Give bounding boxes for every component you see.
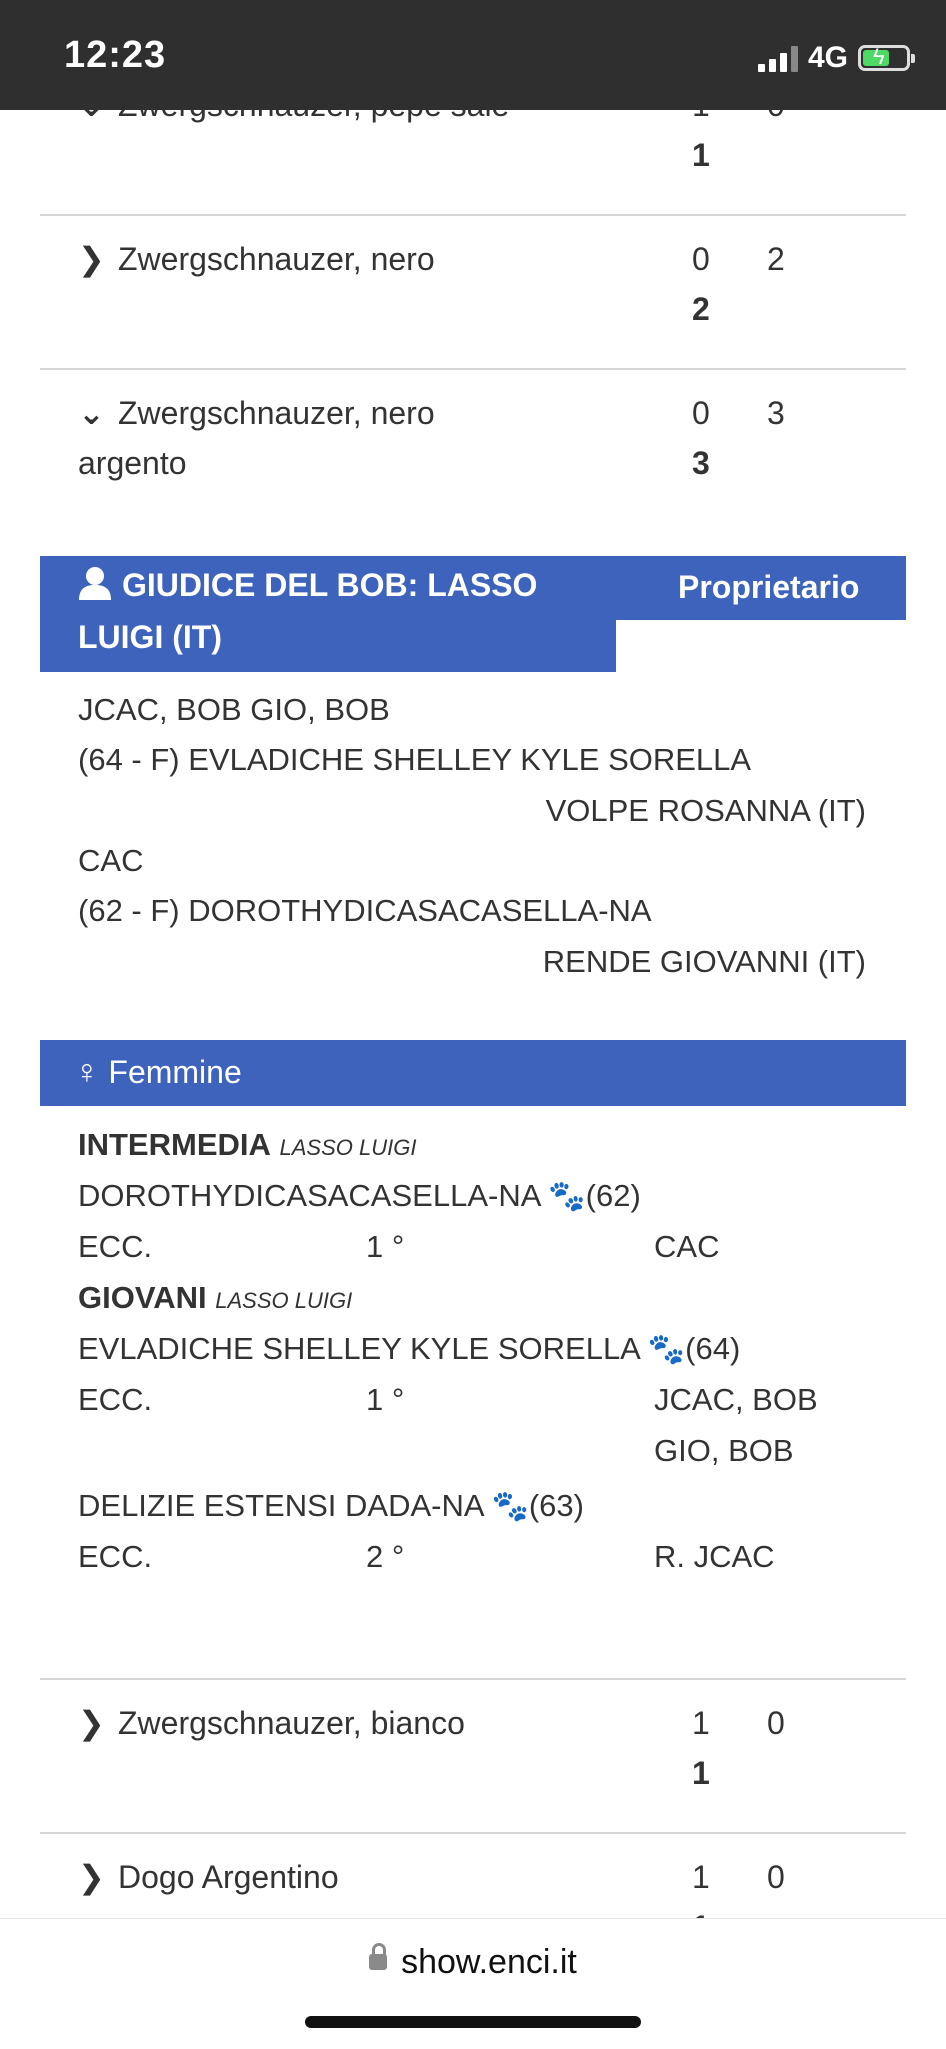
male-count: 1 [692,1859,710,1895]
home-indicator[interactable] [305,2016,641,2028]
chevron-right-icon: ❯ [78,241,105,277]
male-count: 1 [692,1705,710,1741]
category-row[interactable]: ⌄ Zwergschnauzer, nero argento 0 3 3 [40,368,906,510]
class-title: GIOVANI LASSO LUIGI [78,1273,352,1326]
total-count: 2 [692,291,710,327]
male-count: 0 [692,395,710,431]
female-count: 0 [767,1859,785,1895]
female-count: 2 [767,241,785,277]
entry-place: 1 ° [366,1229,405,1264]
entry-grade: ECC. [78,1229,153,1264]
bob-owner: RENDE GIOVANNI (IT) [542,944,866,979]
total-count: 1 [692,137,710,173]
female-count: 3 [767,395,785,431]
paw-icon[interactable]: 🐾 [491,1490,528,1523]
status-icons: 4G ϟ [757,40,915,76]
entry-dog[interactable]: DOROTHYDICASACASELLA-NA 🐾(62) [78,1171,641,1222]
entry-award: JCAC, BOB [654,1382,818,1417]
judge-title: GIUDICE DEL BOB: LASSO [122,567,538,603]
browser-url-bar[interactable]: show.enci.it [0,1918,946,2049]
class-name: INTERMEDIA [78,1127,271,1162]
class-judge: LASSO LUIGI [279,1135,417,1160]
entry-award-cont: GIO, BOB [654,1433,794,1468]
bob-award: JCAC, BOB GIO, BOB [78,692,390,727]
category-name-cont: argento [78,445,187,481]
class-title: INTERMEDIA LASSO LUIGI [78,1120,416,1173]
status-bar: 12:23 4G ϟ [0,0,946,110]
total-count: 1 [692,1755,710,1791]
chevron-right-icon: ❯ [78,1705,105,1741]
bob-award: CAC [78,843,144,878]
status-time: 12:23 [64,34,167,76]
female-icon: ♀ [74,1053,100,1091]
class-name: GIOVANI [78,1280,207,1315]
category-name: ❯ Zwergschnauzer, bianco [78,1698,465,1748]
category-row[interactable]: ❯ Zwergschnauzer, bianco 1 0 1 [40,1678,906,1834]
judge-title-cont: LUIGI (IT) [78,619,222,655]
females-header-label: ♀ Femmine [74,1053,242,1091]
category-name: ❯ Dogo Argentino [78,1852,339,1902]
network-type: 4G [807,41,848,74]
entry-award: CAC [654,1229,720,1264]
male-count: 0 [692,241,710,277]
female-count: 0 [767,1705,785,1741]
chevron-down-icon: ⌄ [78,395,105,431]
paw-icon[interactable]: 🐾 [648,1333,685,1366]
class-judge: LASSO LUIGI [215,1288,353,1313]
signal-icon [757,44,798,72]
entry-place: 2 ° [366,1539,405,1574]
entry-place: 1 ° [366,1382,405,1417]
bob-dog: (64 - F) EVLADICHE SHELLEY KYLE SORELLA [78,742,752,777]
url-display[interactable]: show.enci.it [0,1943,946,1982]
user-icon [79,567,111,600]
category-row[interactable]: ❯ Zwergschnauzer, nero 0 2 2 [40,214,906,370]
chevron-right-icon: ❯ [78,1859,105,1895]
paw-icon[interactable]: 🐾 [548,1180,585,1213]
category-name: ⌄ Zwergschnauzer, nero [78,388,435,438]
entry-grade: ECC. [78,1539,153,1574]
bob-dog: (62 - F) DOROTHYDICASACASELLA-NA [78,893,652,928]
bob-owner: VOLPE ROSANNA (IT) [545,793,866,828]
total-count: 3 [692,445,710,481]
battery-icon: ϟ [858,44,915,71]
owner-header: Proprietario [678,569,860,605]
entry-grade: ECC. [78,1382,153,1417]
entry-dog[interactable]: DELIZIE ESTENSI DADA-NA 🐾(63) [78,1481,584,1532]
category-name: ❯ Zwergschnauzer, nero [78,234,435,284]
entry-dog[interactable]: EVLADICHE SHELLEY KYLE SORELLA 🐾(64) [78,1324,740,1375]
entry-award: R. JCAC [654,1539,775,1574]
lock-icon [369,1943,388,1971]
